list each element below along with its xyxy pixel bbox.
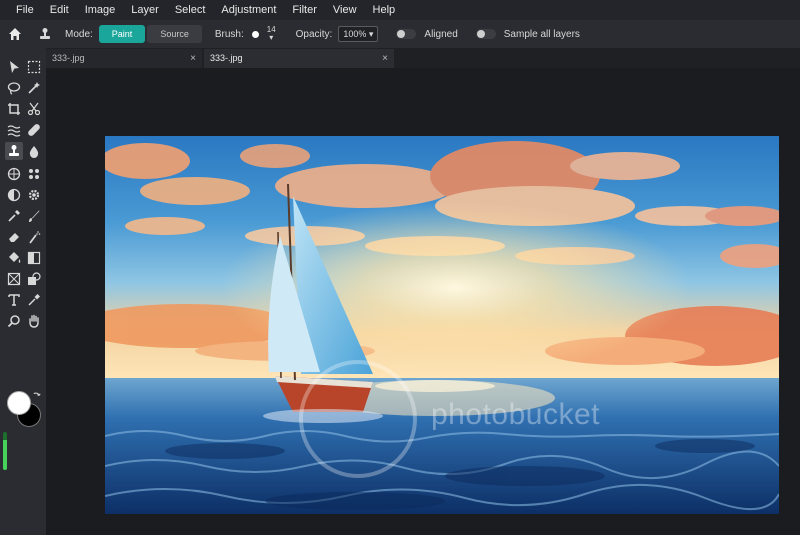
- hand-icon[interactable]: [27, 314, 41, 328]
- brush-size-value: 14: [266, 25, 276, 34]
- tab-document-2-label: 333-.jpg: [210, 53, 243, 63]
- tab-document-1-label: 333-.jpg: [52, 53, 85, 63]
- menu-filter[interactable]: Filter: [284, 0, 324, 20]
- move-tool-icon[interactable]: [7, 60, 21, 74]
- lasso-icon[interactable]: [7, 81, 21, 95]
- foreground-color-swatch[interactable]: [7, 391, 31, 415]
- gear-filter-icon[interactable]: [27, 188, 41, 202]
- menu-select[interactable]: Select: [167, 0, 214, 20]
- liquify-icon[interactable]: [7, 123, 21, 137]
- tab-document-1-close-icon[interactable]: ×: [190, 49, 196, 68]
- blur-drop-icon[interactable]: [27, 145, 41, 159]
- aligned-toggle[interactable]: [396, 29, 417, 39]
- tab-document-2[interactable]: 333-.jpg ×: [204, 49, 394, 68]
- clone-stamp-icon: [40, 28, 50, 39]
- gradient-icon[interactable]: [27, 251, 41, 265]
- brush-label: Brush:: [214, 28, 244, 40]
- mode-label: Mode:: [65, 28, 93, 40]
- spray-brush-icon[interactable]: [27, 230, 41, 244]
- canvas-image[interactable]: [105, 136, 779, 514]
- menu-layer[interactable]: Layer: [123, 0, 167, 20]
- sponge-icon[interactable]: [7, 167, 21, 181]
- level-fill: [3, 439, 7, 470]
- canvas-area[interactable]: photobucket: [46, 68, 800, 535]
- eraser-icon[interactable]: [7, 230, 21, 244]
- menu-view[interactable]: View: [325, 0, 365, 20]
- zoom-icon[interactable]: [7, 314, 21, 328]
- sample-all-layers-label: Sample all layers: [503, 28, 580, 40]
- bandage-heal-icon[interactable]: [27, 123, 41, 137]
- opacity-select[interactable]: 100% ▾: [338, 26, 379, 42]
- opacity-label: Opacity:: [295, 28, 333, 40]
- level-indicator: [3, 432, 7, 470]
- brush-preview[interactable]: [251, 30, 259, 38]
- tab-document-2-close-icon[interactable]: ×: [382, 49, 388, 68]
- crop-icon[interactable]: [7, 102, 21, 116]
- opacity-value: 100%: [343, 29, 367, 39]
- mode-paint-button[interactable]: Paint: [98, 25, 146, 43]
- mode-toggle: Paint Source: [98, 25, 202, 43]
- dodge-burn-icon[interactable]: [7, 188, 21, 202]
- tab-document-1[interactable]: 333-.jpg ×: [46, 49, 202, 68]
- menu-image[interactable]: Image: [77, 0, 124, 20]
- shapes-icon[interactable]: [27, 272, 41, 286]
- sailboat-photo: [105, 136, 779, 514]
- options-bar: Mode: Paint Source Brush: 14 ▾ Opacity: 1…: [0, 20, 800, 48]
- document-tabs: 333-.jpg × 333-.jpg ×: [46, 48, 800, 68]
- marquee-select-icon[interactable]: [27, 60, 41, 74]
- eyedropper-icon[interactable]: [7, 209, 21, 223]
- text-icon[interactable]: [7, 293, 21, 307]
- menu-file[interactable]: File: [0, 0, 42, 20]
- watermark-logo: [299, 360, 417, 478]
- swap-colors-icon[interactable]: [32, 391, 41, 400]
- menu-bar: File Edit Image Layer Select Adjustment …: [0, 0, 800, 20]
- sample-all-layers-toggle[interactable]: [475, 29, 496, 39]
- menu-adjustment[interactable]: Adjustment: [213, 0, 284, 20]
- scissors-icon[interactable]: [27, 102, 41, 116]
- clone-stamp-tool-icon[interactable]: [5, 142, 23, 160]
- transform-box-icon[interactable]: [7, 272, 21, 286]
- aligned-label: Aligned: [424, 28, 458, 40]
- toolbox: [0, 48, 46, 535]
- paint-bucket-icon[interactable]: [7, 251, 21, 265]
- home-icon[interactable]: [8, 27, 22, 41]
- pattern-stamp-icon[interactable]: [27, 167, 41, 181]
- mode-source-button[interactable]: Source: [147, 25, 202, 43]
- brush-size[interactable]: 14 ▾: [267, 26, 276, 42]
- color-picker-icon[interactable]: [27, 293, 41, 307]
- watermark-text: photobucket: [431, 398, 600, 431]
- brush-icon[interactable]: [27, 209, 41, 223]
- menu-help[interactable]: Help: [365, 0, 404, 20]
- menu-edit[interactable]: Edit: [42, 0, 77, 20]
- magic-wand-icon[interactable]: [27, 81, 41, 95]
